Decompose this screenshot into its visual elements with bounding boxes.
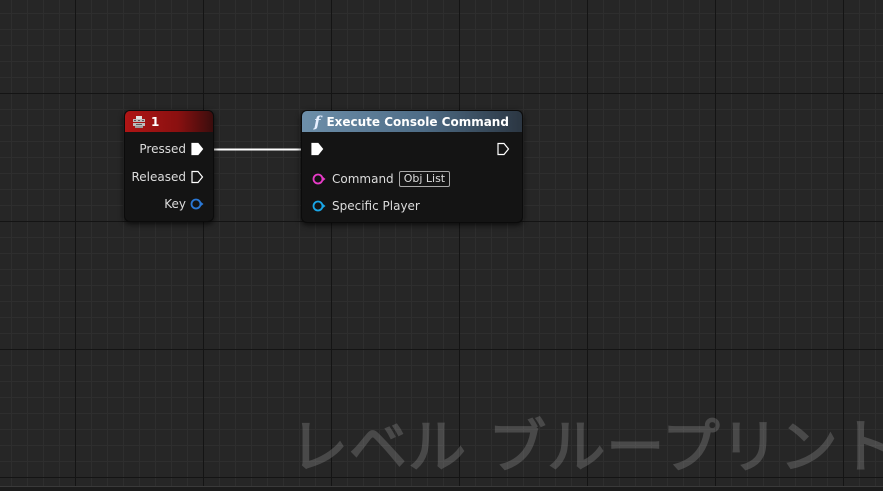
keyboard-icon — [133, 115, 145, 128]
blueprint-graph-canvas[interactable]: 1 Pressed Released Key f Execute Console… — [0, 0, 883, 491]
pressed-exec-pin-icon[interactable] — [190, 142, 204, 156]
command-value-input[interactable]: Obj List — [398, 171, 451, 187]
key-struct-pin-icon[interactable] — [190, 197, 204, 211]
exec-in-pin-row[interactable] — [310, 142, 330, 156]
level-blueprint-watermark: レベル ブループリント — [290, 413, 883, 481]
key-pin-row[interactable]: Key — [124, 197, 204, 211]
pressed-pin-label: Pressed — [139, 142, 186, 156]
specific-player-pin-row[interactable]: Specific Player — [312, 199, 420, 213]
exec-node-title: Execute Console Command — [326, 114, 509, 129]
command-string-pin-icon[interactable] — [312, 172, 326, 186]
key-node-title: 1 — [151, 114, 160, 129]
specific-player-object-pin-icon[interactable] — [312, 199, 326, 213]
released-pin-label: Released — [131, 170, 186, 184]
key-pin-label: Key — [164, 197, 186, 211]
exec-out-pin-icon[interactable] — [496, 142, 510, 156]
released-pin-row[interactable]: Released — [124, 170, 204, 184]
command-pin-row[interactable]: Command Obj List — [312, 171, 451, 187]
exec-node-header[interactable]: f Execute Console Command — [302, 111, 522, 132]
graph-bottom-edge — [0, 486, 883, 491]
pressed-pin-row[interactable]: Pressed — [124, 142, 204, 156]
exec-out-pin-row[interactable] — [496, 142, 510, 156]
command-pin-label: Command — [332, 172, 394, 186]
exec-in-pin-icon[interactable] — [310, 142, 324, 156]
key-node-header[interactable]: 1 — [125, 111, 213, 132]
released-exec-pin-icon[interactable] — [190, 170, 204, 184]
function-icon: f — [314, 112, 321, 131]
specific-player-pin-label: Specific Player — [332, 199, 420, 213]
